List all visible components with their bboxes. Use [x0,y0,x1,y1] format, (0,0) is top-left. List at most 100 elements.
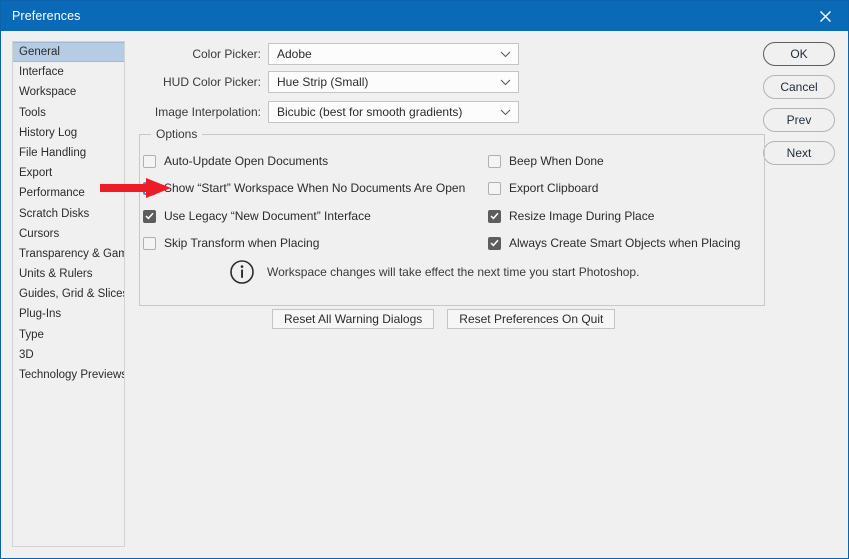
field-label: Image Interpolation: [154,105,261,119]
sidebar-item-label: Cursors [19,227,60,240]
checkbox-auto-update-open-documents[interactable]: Auto-Update Open Documents [143,152,328,170]
button-label: OK [790,47,808,61]
checkbox-label: Beep When Done [509,154,604,168]
chevron-down-icon [500,51,511,57]
sidebar-item-type[interactable]: Type [13,325,124,345]
check-mark-icon [145,212,154,220]
checkbox-unchecked-icon [143,181,156,195]
checkbox-unchecked-icon [143,154,156,168]
next-button[interactable]: Next [763,141,835,165]
select-value: Adobe [277,47,312,61]
category-list[interactable]: General Interface Workspace Tools History Lo… [12,41,125,547]
select-value: Hue Strip (Small) [277,75,369,89]
checkbox-skip-transform-when-placing[interactable]: Skip Transform when Placing [143,234,319,252]
checkbox-label: Resize Image During Place [509,209,655,223]
checkbox-label: Show “Start” Workspace When No Documents… [164,181,466,195]
button-label: Reset Preferences On Quit [459,312,604,326]
checkbox-beep-when-done[interactable]: Beep When Done [488,152,604,170]
image-interpolation-select[interactable]: Bicubic (best for smooth gradients) [268,101,519,123]
sidebar-item-label: Workspace [19,86,77,99]
sidebar-item-label: Export [19,167,53,180]
sidebar-item-export[interactable]: Export [13,163,124,183]
sidebar-item-general[interactable]: General [13,42,124,63]
sidebar-item-scratch-disks[interactable]: Scratch Disks [13,204,124,224]
sidebar-item-3d[interactable]: 3D [13,345,124,365]
field-label: HUD Color Picker: [162,75,261,89]
checkbox-label: Auto-Update Open Documents [164,154,329,168]
sidebar-item-label: File Handling [19,146,87,159]
field-label: Color Picker: [192,47,261,61]
reset-buttons: Reset All Warning Dialogs Reset Preferenc… [272,309,616,329]
sidebar-item-label: Units & Rulers [19,268,93,281]
sidebar-item-label: Technology Previews [19,369,125,381]
options-group-title: Options [151,127,203,141]
checkbox-show-start-workspace-when-no-documents-are-open[interactable]: Show “Start” Workspace When No Documents… [143,179,465,197]
sidebar-item-label: Type [19,328,44,341]
preferences-dialog: Preferences General Interface Workspace Too… [0,0,849,559]
sidebar-item-label: Performance [19,187,85,200]
button-label: Next [786,146,812,160]
sidebar-item-file-handling[interactable]: File Handling [13,143,124,163]
checkbox-label: Skip Transform when Placing [164,236,320,250]
button-label: Reset All Warning Dialogs [284,312,423,326]
sidebar-item-workspace[interactable]: Workspace [13,82,124,102]
color-picker-select[interactable]: Adobe [268,43,519,65]
sidebar-item-guides-grid-slices[interactable]: Guides, Grid & Slices [13,284,124,304]
sidebar-item-label: General [19,46,60,58]
window-title: Preferences [12,9,81,23]
sidebar-item-label: Plug-Ins [19,308,62,321]
hud-color-picker-select[interactable]: Hue Strip (Small) [268,71,519,93]
sidebar-item-cursors[interactable]: Cursors [13,224,124,244]
field-row: Image Interpolation: Bicubic (best for sm… [141,100,519,124]
sidebar-item-units-rulers[interactable]: Units & Rulers [13,264,124,284]
chevron-down-icon [500,109,511,115]
sidebar-item-label: Interface [19,66,64,79]
checkbox-unchecked-icon [488,181,501,195]
field-row: HUD Color Picker: Hue Strip (Small) [141,70,519,94]
checkbox-checked-icon [488,236,501,250]
sidebar-item-plug-ins[interactable]: Plug-Ins [13,304,124,324]
close-icon [819,10,831,22]
sidebar-item-label: Guides, Grid & Slices [19,288,125,301]
chevron-down-icon [500,79,511,85]
checkbox-unchecked-icon [488,154,501,168]
titlebar: Preferences [1,1,848,31]
sidebar-item-interface[interactable]: Interface [13,62,124,82]
sidebar-item-label: 3D [19,348,34,361]
checkbox-unchecked-icon [143,236,156,250]
reset-all-warning-dialogs-button[interactable]: Reset All Warning Dialogs [272,309,435,329]
info-icon [230,260,254,284]
checkbox-use-legacy-new-document-interface[interactable]: Use Legacy “New Document” Interface [143,207,371,225]
checkbox-label: Export Clipboard [509,181,599,195]
sidebar-item-tools[interactable]: Tools [13,103,124,123]
checkbox-export-clipboard[interactable]: Export Clipboard [488,179,598,197]
field-row: Color Picker: Adobe [141,42,519,66]
check-mark-icon [490,239,499,247]
checkbox-always-create-smart-objects-when-placing[interactable]: Always Create Smart Objects when Placing [488,234,740,252]
checkbox-checked-icon [488,209,501,223]
ok-button[interactable]: OK [763,42,835,66]
sidebar-item-technology-previews[interactable]: Technology Previews [13,365,124,385]
check-mark-icon [490,212,499,220]
sidebar-item-performance[interactable]: Performance [13,183,124,203]
sidebar-item-transparency-gamut[interactable]: Transparency & Gamut [13,244,124,264]
dialog-action-buttons: OK Cancel Prev Next [763,42,835,174]
select-value: Bicubic (best for smooth gradients) [277,105,463,119]
sidebar-item-label: Transparency & Gamut [19,247,124,260]
checkbox-label: Use Legacy “New Document” Interface [164,209,371,223]
cancel-button[interactable]: Cancel [763,75,835,99]
sidebar-item-label: Scratch Disks [19,207,90,220]
sidebar-item-label: Tools [19,106,46,119]
close-button[interactable] [802,1,848,31]
checkbox-checked-icon [143,209,156,223]
button-label: Prev [786,113,812,127]
reset-preferences-on-quit-button[interactable]: Reset Preferences On Quit [447,309,616,329]
button-label: Cancel [780,80,818,94]
sidebar-item-history-log[interactable]: History Log [13,123,124,143]
sidebar-item-label: History Log [19,126,78,139]
checkbox-resize-image-during-place[interactable]: Resize Image During Place [488,207,654,225]
workspace-note-text: Workspace changes will take effect the n… [267,265,640,279]
workspace-note: Workspace changes will take effect the n… [229,259,639,285]
checkbox-label: Always Create Smart Objects when Placing [509,236,741,250]
prev-button[interactable]: Prev [763,108,835,132]
